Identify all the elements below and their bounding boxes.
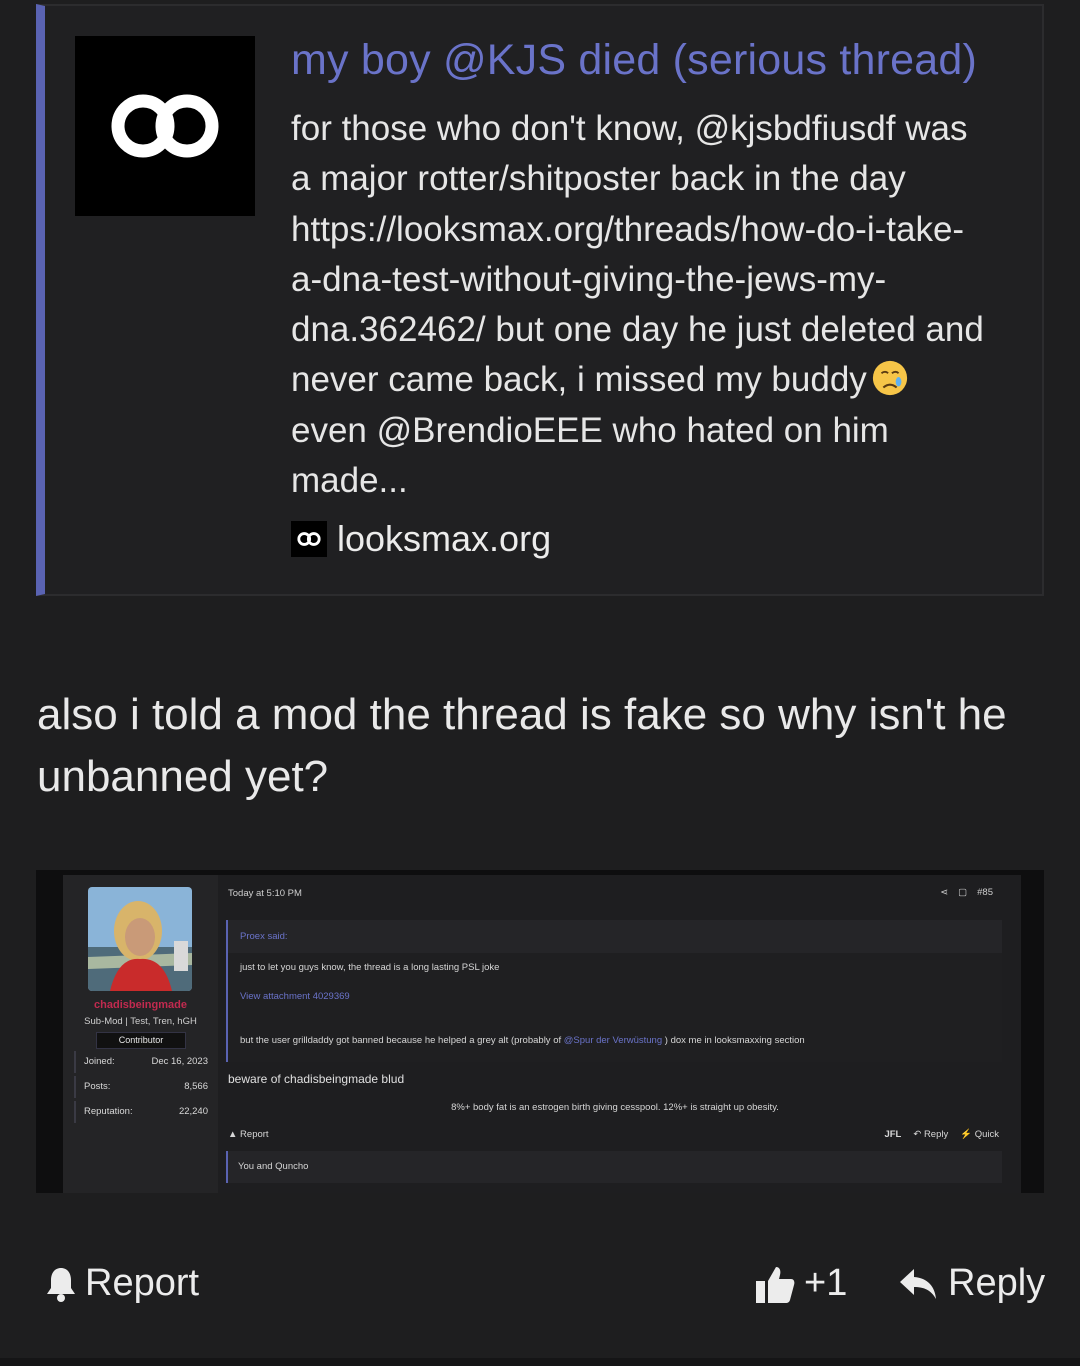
stat-joined: Joined: Dec 16, 2023 [74, 1051, 208, 1073]
reaction-bar: You and Quncho [226, 1151, 1002, 1183]
bookmark-icon: ▢ [958, 887, 968, 898]
reply-text: beware of chadisbeingmade blud [228, 1072, 405, 1086]
bottom-divider [0, 1358, 1080, 1366]
post-number: #85 [977, 887, 993, 898]
report-label: Report [85, 1262, 200, 1304]
stat-posts: Posts: 8,566 [74, 1076, 208, 1098]
post-timestamp: Today at 5:10 PM [228, 888, 302, 899]
avatar [88, 887, 192, 991]
like-button[interactable]: +1 [754, 1262, 847, 1305]
reply-link: ↶ Reply [913, 1129, 949, 1140]
report-link: ▲ Report [228, 1129, 269, 1140]
like-count: +1 [804, 1262, 848, 1304]
quote-body: just to let you guys know, the thread is… [228, 953, 1002, 1062]
quick-link: ⚡ Quick [960, 1129, 999, 1140]
share-icon: ⋖ [940, 887, 949, 898]
user-info-pane: chadisbeingmade Sub-Mod | Test, Tren, hG… [63, 875, 218, 1193]
attached-screenshot[interactable]: chadisbeingmade Sub-Mod | Test, Tren, hG… [36, 870, 1044, 1193]
reply-button[interactable]: Reply [898, 1262, 1045, 1305]
embed-site[interactable]: looksmax.org [291, 518, 551, 560]
embed-description: for those who don't know, @kjsbdfiusdf w… [291, 109, 984, 501]
screenshot-content: chadisbeingmade Sub-Mod | Test, Tren, hG… [63, 875, 1021, 1193]
crying-face-icon [872, 361, 907, 396]
post-actions: JFL ↶ Reply ⚡ Quick [884, 1129, 999, 1140]
embed-site-name: looksmax.org [337, 518, 552, 559]
stat-reputation: Reputation: 22,240 [74, 1101, 208, 1123]
quote-author: Proex said: [240, 931, 288, 942]
site-logo-thumbnail [75, 36, 255, 216]
signature: 8%+ body fat is an estrogen birth giving… [451, 1102, 779, 1113]
report-button[interactable]: Report [45, 1262, 199, 1305]
username: chadisbeingmade [94, 999, 187, 1011]
embed-title[interactable]: my boy @KJS died (serious thread) [291, 36, 977, 85]
reply-label: Reply [948, 1262, 1046, 1304]
site-favicon-icon [291, 521, 327, 557]
looksmax-logo-icon [111, 94, 219, 158]
quote-block: Proex said: just to let you guys know, t… [226, 920, 1002, 1062]
post-body-text: also i told a mod the thread is fake so … [37, 690, 1007, 801]
user-badge: Contributor [96, 1032, 186, 1049]
quote-line: just to let you guys know, the thread is… [240, 962, 500, 973]
jfl-reaction: JFL [884, 1129, 902, 1140]
thumbs-up-icon [756, 1266, 795, 1303]
bell-icon [47, 1267, 75, 1302]
quote-line: but the user grilldaddy got banned becau… [240, 1035, 805, 1046]
post-footer: Report +1 Reply [0, 1250, 1080, 1320]
user-title: Sub-Mod | Test, Tren, hGH [84, 1016, 197, 1027]
post-tools: ⋖ ▢ #85 [940, 887, 993, 898]
link-embed[interactable]: my boy @KJS died (serious thread) for th… [36, 4, 1044, 596]
quote-attachment-link: View attachment 4029369 [240, 991, 350, 1002]
reply-arrow-icon [900, 1268, 936, 1299]
